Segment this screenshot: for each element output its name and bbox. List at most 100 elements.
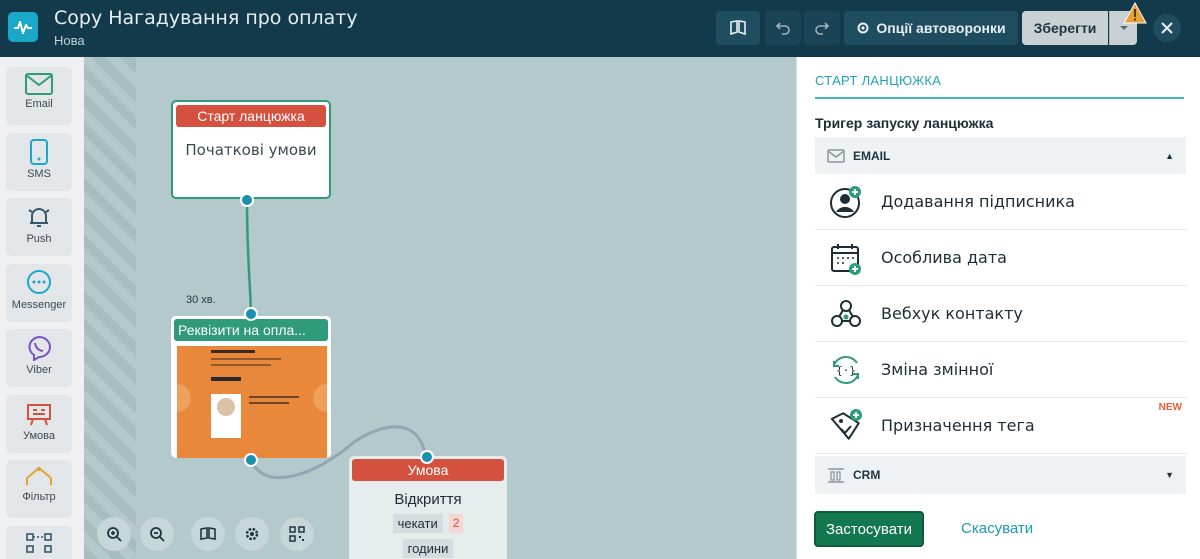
trigger-option-label: Вебхук контакту: [881, 304, 1023, 323]
cancel-button[interactable]: Скасувати: [961, 520, 1033, 537]
zoom-in-icon: [107, 527, 122, 542]
svg-text:{·}: {·}: [836, 364, 856, 377]
page-title: Copy Нагадування про оплату: [54, 7, 358, 29]
trigger-option-add-subscriber[interactable]: Додавання підписника: [815, 174, 1186, 230]
group-crm-label: CRM: [853, 468, 881, 482]
email-node[interactable]: Реквізити на опла...: [171, 316, 331, 458]
palette-item-condition[interactable]: Умова: [6, 395, 72, 453]
book-icon: [200, 527, 216, 540]
variable-icon: {·}: [833, 355, 859, 384]
palette-item-label: Email: [25, 98, 53, 110]
trigger-option-label: Особлива дата: [881, 248, 1007, 267]
canvas-settings-button[interactable]: [235, 517, 269, 551]
crm-icon: [828, 468, 844, 483]
condition-node-input-handle[interactable]: [420, 450, 434, 464]
app-logo-icon[interactable]: [8, 12, 38, 42]
palette-item-email[interactable]: Email: [6, 67, 72, 125]
email-node-input-handle[interactable]: [244, 307, 258, 321]
top-bar: Copy Нагадування про оплату Нова Опції а…: [0, 0, 1200, 57]
minimap-button[interactable]: [280, 517, 314, 551]
undo-button[interactable]: [765, 11, 801, 45]
palette-item-label: Viber: [26, 364, 52, 376]
funnel-options-label: Опції автоворонки: [876, 20, 1006, 36]
redo-icon: [815, 22, 830, 35]
start-node-output-handle[interactable]: [240, 193, 254, 207]
funnel-options-button[interactable]: Опції автоворонки: [844, 11, 1018, 45]
wait-label: чекати: [392, 514, 443, 533]
condition-node[interactable]: Умова Відкриття чекати 2 години: [349, 456, 507, 559]
delay-label: 30 хв.: [186, 294, 216, 306]
save-button[interactable]: Зберегти: [1022, 11, 1108, 45]
mail-icon: [827, 149, 845, 163]
chevron-up-icon: ▲: [1165, 151, 1174, 161]
book-icon-button[interactable]: [716, 11, 760, 45]
undo-icon: [775, 22, 790, 35]
group-crm-header[interactable]: CRM ▼: [815, 456, 1186, 494]
webhook-icon: [831, 299, 861, 327]
zoom-out-button[interactable]: [140, 517, 174, 551]
start-node-title: Старт ланцюжка: [176, 105, 326, 127]
grid-icon: [289, 526, 305, 542]
email-node-output-handle[interactable]: [244, 453, 258, 467]
palette-item-label: Messenger: [11, 299, 67, 311]
new-badge: NEW: [1158, 402, 1182, 413]
email-node-title: Реквізити на опла...: [174, 319, 328, 341]
warning-icon[interactable]: [1123, 1, 1147, 29]
close-icon: [1161, 22, 1173, 34]
trigger-option-special-date[interactable]: Особлива дата: [815, 230, 1186, 286]
condition-icon: [27, 404, 51, 426]
palette-item-label: Push: [26, 233, 52, 245]
help-book-button[interactable]: [191, 517, 225, 551]
calendar-icon: [831, 243, 861, 275]
status-label: Нова: [54, 33, 85, 48]
trigger-option-webhook[interactable]: Вебхук контакту: [815, 286, 1186, 342]
panel-title-underline: [815, 97, 1184, 99]
palette-item-push[interactable]: Push: [6, 198, 72, 256]
viber-icon: [28, 335, 51, 361]
mail-icon: [25, 73, 53, 95]
apply-button[interactable]: Застосувати: [814, 511, 924, 547]
start-node-body: Початкові умови: [185, 141, 317, 159]
palette-item-sms[interactable]: SMS: [6, 133, 72, 191]
redo-button[interactable]: [804, 11, 840, 45]
trigger-label: Тригер запуску ланцюжка: [815, 115, 994, 131]
trigger-option-variable-change[interactable]: {·} Зміна змінної: [815, 342, 1186, 398]
palette-item-viber[interactable]: Viber: [6, 329, 72, 387]
gear-icon: [245, 527, 259, 541]
palette-item-label: Умова: [22, 430, 55, 442]
wait-unit: години: [402, 539, 454, 558]
group-email-header[interactable]: EMAIL ▲: [815, 137, 1186, 175]
zoom-in-button[interactable]: [97, 517, 131, 551]
palette-item-more[interactable]: [6, 526, 72, 559]
gear-icon: [857, 22, 869, 34]
trigger-option-label: Призначення тега: [881, 416, 1035, 435]
wait-value: 2: [448, 514, 464, 533]
trigger-option-tag-assign[interactable]: Призначення тега NEW: [815, 398, 1186, 454]
start-node[interactable]: Старт ланцюжка Початкові умови: [171, 100, 331, 199]
email-preview-thumbnail: [177, 346, 327, 458]
trigger-option-label: Додавання підписника: [881, 192, 1075, 211]
panel-title: СТАРТ ЛАНЦЮЖКА: [815, 73, 942, 88]
filter-icon: [26, 467, 52, 485]
chevron-down-icon: ▼: [1165, 470, 1174, 480]
flow-canvas[interactable]: Старт ланцюжка Початкові умови 30 хв. Ре…: [84, 57, 796, 559]
phone-icon: [30, 139, 48, 165]
palette-item-label: SMS: [27, 168, 51, 180]
palette-item-filter[interactable]: Фільтр: [6, 460, 72, 518]
tag-icon: [830, 408, 862, 440]
condition-node-body: Відкриття: [394, 491, 462, 508]
block-palette: Email SMS Push Messenger Viber Умова Філ…: [0, 57, 84, 559]
group-email-label: EMAIL: [853, 149, 891, 163]
palette-item-messenger[interactable]: Messenger: [6, 264, 72, 322]
add-subscriber-icon: [830, 185, 861, 218]
trigger-option-label: Зміна змінної: [881, 360, 994, 379]
split-icon: [26, 533, 52, 553]
book-icon: [730, 20, 746, 36]
trigger-panel: СТАРТ ЛАНЦЮЖКА Тригер запуску ланцюжка E…: [796, 57, 1200, 559]
zoom-out-icon: [150, 527, 165, 542]
close-button[interactable]: [1153, 14, 1181, 42]
bell-icon: [28, 208, 50, 227]
panel-footer: Застосувати Скасувати: [797, 501, 1200, 559]
chat-icon: [27, 270, 51, 294]
palette-item-label: Фільтр: [22, 491, 56, 503]
